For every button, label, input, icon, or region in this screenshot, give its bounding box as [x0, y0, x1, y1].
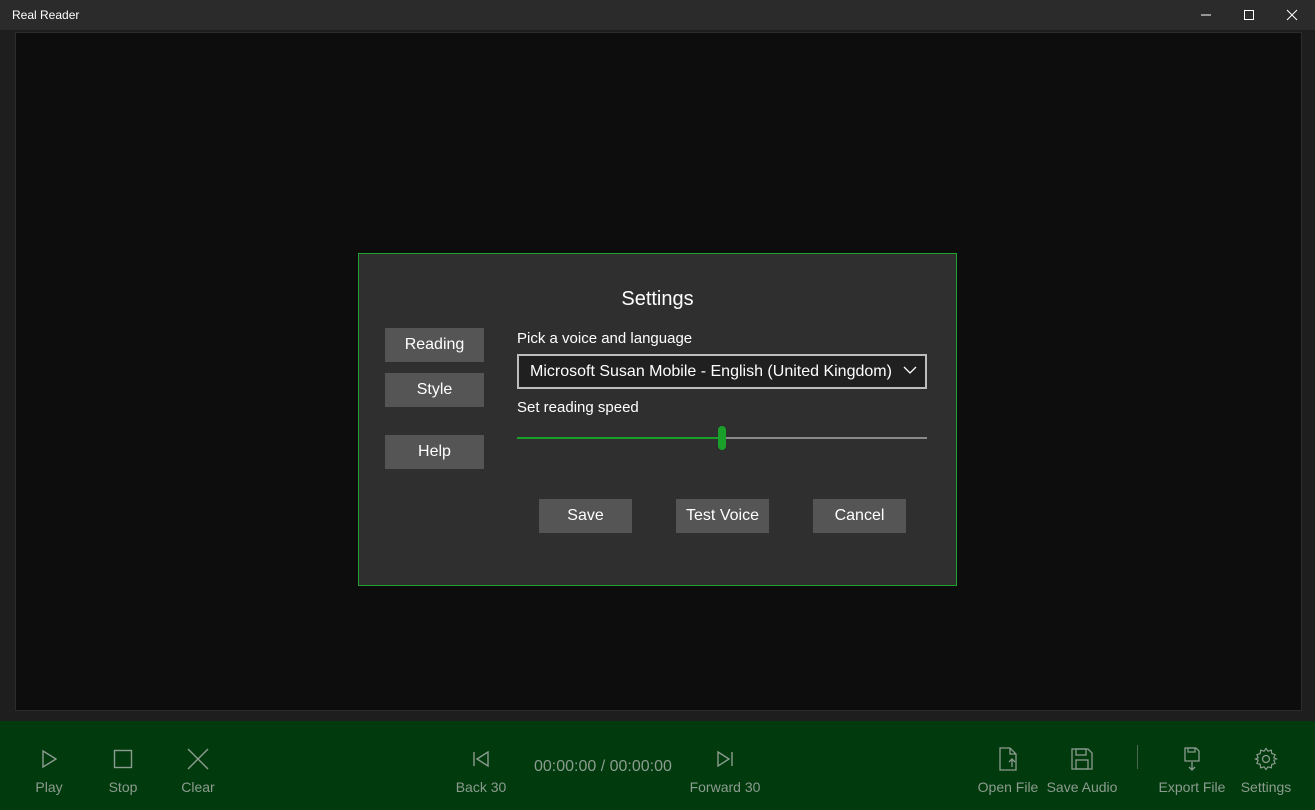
minimize-button[interactable] [1184, 0, 1228, 30]
stop-button[interactable]: Stop [98, 721, 148, 810]
settings-label: Settings [1240, 779, 1292, 795]
back-30-label: Back 30 [455, 779, 507, 795]
time-display: 00:00:00 / 00:00:00 [534, 758, 672, 775]
export-file-label: Export File [1158, 779, 1226, 795]
slider-thumb[interactable] [718, 426, 726, 450]
reading-speed-slider[interactable] [517, 424, 927, 454]
settings-dialog: Settings Reading Style Help Pick a voice… [358, 253, 957, 586]
save-audio-button[interactable]: Save Audio [1046, 721, 1118, 810]
voice-label: Pick a voice and language [517, 330, 693, 347]
cancel-button[interactable]: Cancel [813, 499, 906, 533]
open-file-label: Open File [977, 779, 1039, 795]
maximize-icon [1244, 10, 1254, 20]
reading-tab-button[interactable]: Reading [385, 328, 484, 362]
help-tab-button[interactable]: Help [385, 435, 484, 469]
chevron-down-icon [903, 366, 917, 374]
style-tab-button[interactable]: Style [385, 373, 484, 407]
clear-button[interactable]: Clear [173, 721, 223, 810]
app-window: Real Reader Settings Reading Style Help … [0, 0, 1315, 810]
save-audio-label: Save Audio [1046, 779, 1118, 795]
back-30-button[interactable]: Back 30 [451, 721, 511, 810]
gear-icon [1254, 747, 1278, 771]
window-title: Real Reader [12, 8, 80, 22]
title-bar: Real Reader [0, 0, 1315, 30]
command-bar: Play Stop Clear Back 30 00:00:00 / 00:00… [0, 721, 1315, 810]
export-icon [1184, 747, 1200, 771]
voice-selected-value: Microsoft Susan Mobile - English (United… [530, 362, 892, 380]
voice-dropdown[interactable]: Microsoft Susan Mobile - English (United… [517, 354, 927, 389]
close-window-button[interactable] [1270, 0, 1314, 30]
floppy-disk-icon [1071, 748, 1093, 770]
forward-30-label: Forward 30 [689, 779, 761, 795]
stop-icon [113, 749, 133, 769]
skip-back-icon [473, 750, 489, 768]
test-voice-button[interactable]: Test Voice [676, 499, 769, 533]
close-icon [1286, 9, 1298, 21]
skip-forward-icon [717, 750, 733, 768]
export-file-button[interactable]: Export File [1156, 721, 1228, 810]
play-label: Play [35, 779, 63, 795]
dialog-title: Settings [621, 288, 694, 310]
file-open-icon [999, 747, 1017, 771]
settings-button[interactable]: Settings [1236, 721, 1296, 810]
forward-30-button[interactable]: Forward 30 [684, 721, 766, 810]
minimize-icon [1201, 14, 1211, 16]
clear-label: Clear [181, 779, 215, 795]
command-separator [1137, 745, 1138, 769]
play-icon [42, 749, 58, 769]
open-file-button[interactable]: Open File [975, 721, 1041, 810]
close-icon [187, 748, 209, 770]
stop-label: Stop [108, 779, 138, 795]
play-button[interactable]: Play [24, 721, 74, 810]
speed-label: Set reading speed [517, 399, 639, 416]
save-button[interactable]: Save [539, 499, 632, 533]
maximize-button[interactable] [1227, 0, 1271, 30]
slider-fill [517, 437, 722, 439]
